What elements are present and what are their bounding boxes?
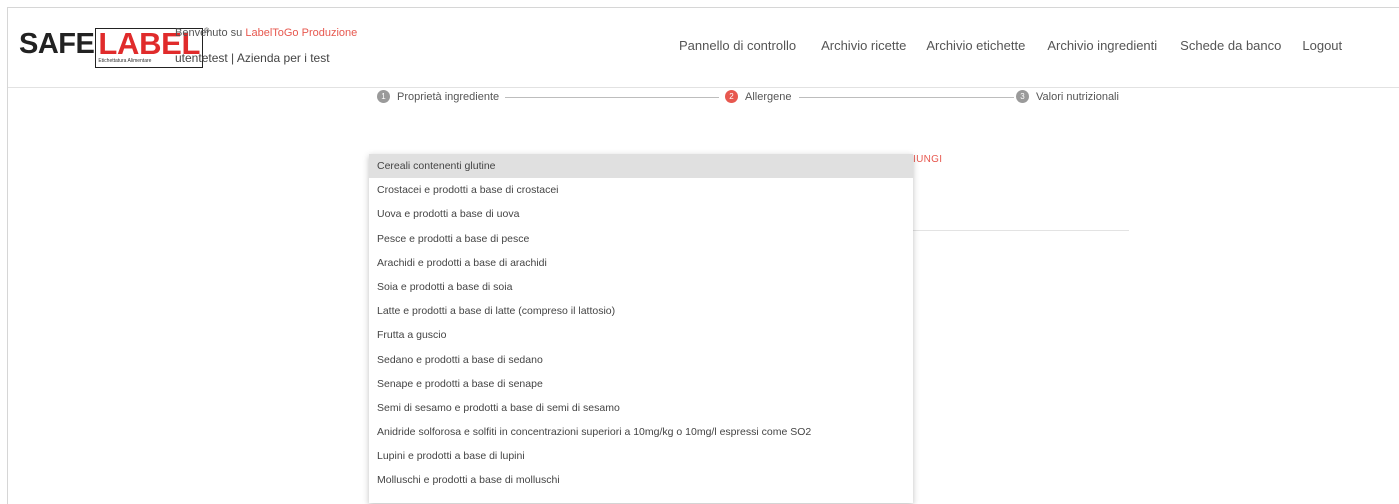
allergen-option[interactable]: Cereali contenenti glutine	[369, 154, 913, 179]
wizard-stepper: 1 Proprietà ingrediente 2 Allergene 3 Va…	[369, 90, 1129, 110]
allergen-option[interactable]: Uova e prodotti a base di uova	[369, 202, 913, 226]
aggiungi-button[interactable]: IUNGI	[913, 154, 942, 165]
user-info: utentetest | Azienda per i test	[175, 51, 330, 65]
step-valori-nutrizionali[interactable]: 3 Valori nutrizionali	[1016, 90, 1125, 103]
logo-safe-text: SAFE	[19, 28, 95, 60]
app-name: LabelToGo Produzione	[245, 27, 358, 39]
allergen-option[interactable]: Crostacei e prodotti a base di crostacei	[369, 178, 913, 202]
step-label: Valori nutrizionali	[1036, 90, 1119, 103]
nav-logout[interactable]: Logout	[1302, 38, 1342, 53]
allergen-dropdown-list[interactable]: Cereali contenenti glutine Crostacei e p…	[369, 154, 913, 503]
allergen-option[interactable]: Lupini e prodotti a base di lupini	[369, 444, 913, 468]
step-number: 3	[1016, 90, 1029, 103]
nav-archivio-ingredienti[interactable]: Archivio ingredienti	[1047, 38, 1157, 53]
allergen-option[interactable]: Sedano e prodotti a base di sedano	[369, 348, 913, 372]
header: SAFE LABEL Etichettatura Alimentare ® Be…	[8, 8, 1399, 88]
allergen-option[interactable]: Arachidi e prodotti a base di arachidi	[369, 251, 913, 275]
nav-archivio-etichette[interactable]: Archivio etichette	[926, 38, 1025, 53]
allergen-option[interactable]: Anidride solforosa e solfiti in concentr…	[369, 420, 913, 444]
allergen-option[interactable]: Pesce e prodotti a base di pesce	[369, 227, 913, 251]
allergen-option[interactable]: Soia e prodotti a base di soia	[369, 275, 913, 299]
allergen-option[interactable]: Latte e prodotti a base di latte (compre…	[369, 299, 913, 323]
welcome-prefix: Benvenuto su	[175, 27, 246, 39]
nav-schede-da-banco[interactable]: Schede da banco	[1180, 38, 1281, 53]
logo-tagline: Etichettatura Alimentare	[98, 58, 152, 64]
step-proprieta-ingrediente[interactable]: 1 Proprietà ingrediente	[377, 90, 506, 103]
allergen-option[interactable]: Molluschi e prodotti a base di molluschi	[369, 468, 913, 492]
stepper-connector-2	[799, 97, 1014, 98]
stepper-connector-1	[504, 97, 719, 98]
divider	[913, 230, 1129, 231]
nav-pannello-di-controllo[interactable]: Pannello di controllo	[679, 38, 796, 53]
step-number: 2	[725, 90, 738, 103]
step-label: Allergene	[745, 90, 792, 103]
step-allergene[interactable]: 2 Allergene	[725, 90, 798, 103]
step-number: 1	[377, 90, 390, 103]
nav-archivio-ricette[interactable]: Archivio ricette	[821, 38, 906, 53]
allergen-option[interactable]: Senape e prodotti a base di senape	[369, 372, 913, 396]
allergen-option[interactable]: Frutta a guscio	[369, 323, 913, 347]
step-label: Proprietà ingrediente	[397, 90, 500, 103]
welcome-text: Benvenuto su LabelToGo Produzione	[175, 27, 357, 39]
main-nav: Pannello di controllo Archivio ricette A…	[679, 38, 1342, 53]
allergen-option[interactable]: Semi di sesamo e prodotti a base di semi…	[369, 396, 913, 420]
